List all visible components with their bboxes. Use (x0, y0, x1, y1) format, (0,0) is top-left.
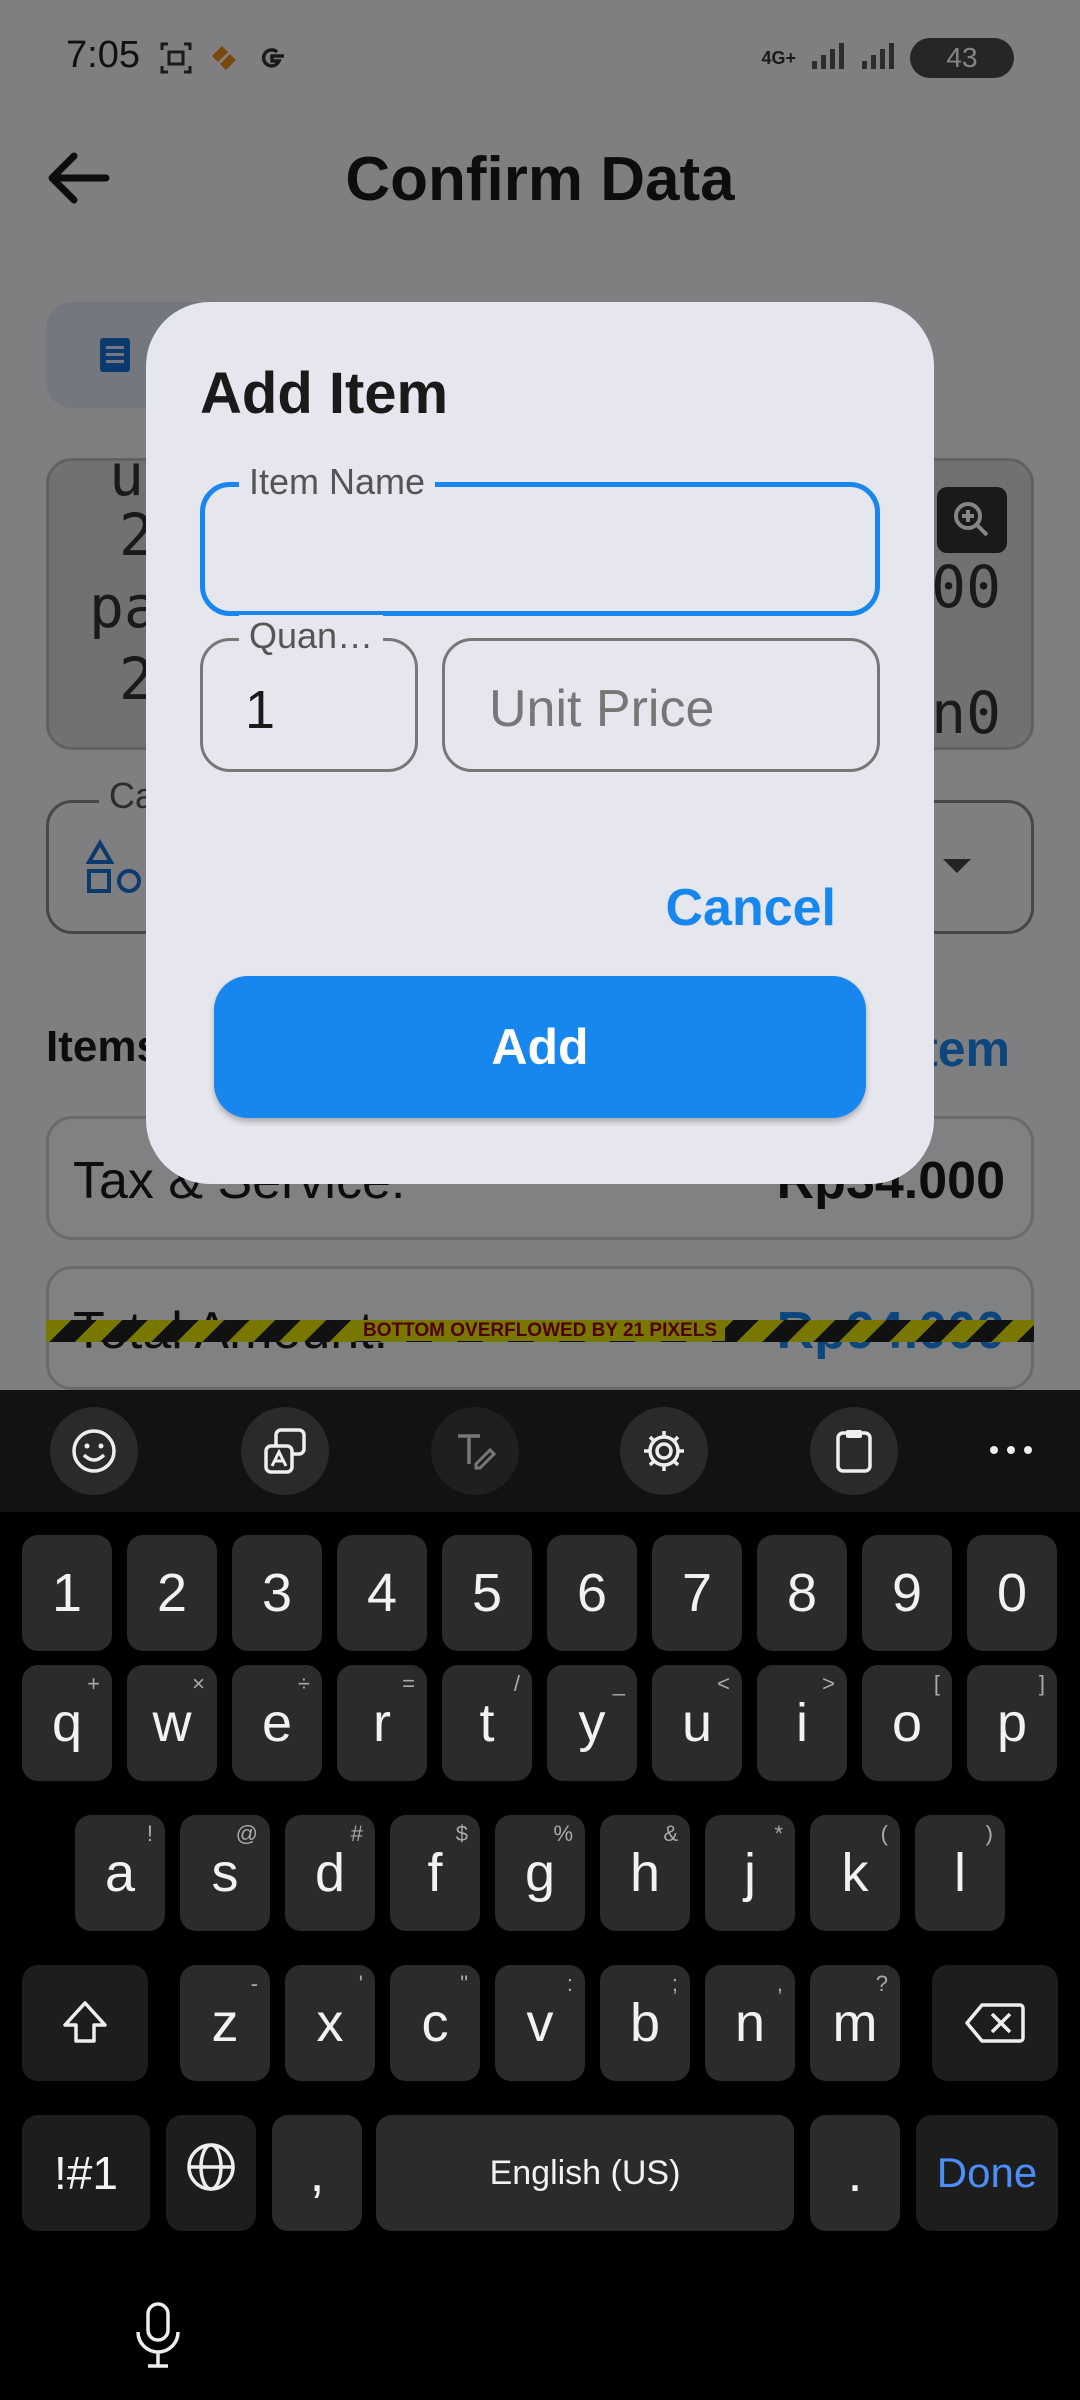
key-j[interactable]: j * (705, 1815, 795, 1931)
key-a[interactable]: a! (75, 1815, 165, 1931)
add-item-dialog: Add Item Item Name Quan… 1 Unit Price Ca… (146, 302, 934, 1184)
key-b[interactable]: b; (600, 1965, 690, 2081)
key-y[interactable]: y _ (547, 1665, 637, 1781)
emoji-icon[interactable] (50, 1407, 138, 1495)
key-z[interactable]: z- (180, 1965, 270, 2081)
item-name-label: Item Name (239, 461, 436, 503)
key-5[interactable]: 5 (442, 1535, 532, 1651)
keyboard-toolbar (0, 1390, 1080, 1512)
key-x[interactable]: x ' (285, 1965, 375, 2081)
symbols-key[interactable]: !#1 (22, 2115, 150, 2231)
key-m[interactable]: m? (810, 1965, 900, 2081)
item-name-field[interactable]: Item Name (200, 461, 880, 616)
key-c[interactable]: c " (390, 1965, 480, 2081)
key-1[interactable]: 1 (22, 1535, 112, 1651)
confirm-data-screen: 7:05 4G+ 43 Confirm Data ut 2 pa 2 00 n0… (0, 0, 1080, 1390)
key-3[interactable]: 3 (232, 1535, 322, 1651)
shift-key[interactable] (22, 1965, 148, 2081)
key-t[interactable]: t / (442, 1665, 532, 1781)
globe-icon (184, 2140, 238, 2207)
space-key[interactable]: English (US) (376, 2115, 794, 2231)
done-key[interactable]: Done (916, 2115, 1058, 2231)
key-d[interactable]: d # (285, 1815, 375, 1931)
key-g[interactable]: g% (495, 1815, 585, 1931)
settings-gear-icon[interactable] (620, 1407, 708, 1495)
key-7[interactable]: 7 (652, 1535, 742, 1651)
key-k[interactable]: k( (810, 1815, 900, 1931)
key-w[interactable]: w × (127, 1665, 217, 1781)
language-globe-key[interactable] (166, 2115, 256, 2231)
key-l[interactable]: l) (915, 1815, 1005, 1931)
key-r[interactable]: r = (337, 1665, 427, 1781)
key-p[interactable]: p] (967, 1665, 1057, 1781)
key-u[interactable]: u < (652, 1665, 742, 1781)
comma-key[interactable]: , (272, 2115, 362, 2231)
key-h[interactable]: h & (600, 1815, 690, 1931)
key-v[interactable]: v: (495, 1965, 585, 2081)
key-2[interactable]: 2 (127, 1535, 217, 1651)
period-key[interactable]: . (810, 2115, 900, 2231)
key-6[interactable]: 6 (547, 1535, 637, 1651)
backspace-key[interactable] (932, 1965, 1058, 2081)
unit-price-field[interactable]: Unit Price (442, 638, 880, 772)
microphone-icon[interactable] (130, 2300, 186, 2370)
key-e[interactable]: e ÷ (232, 1665, 322, 1781)
text-translate-icon[interactable] (241, 1407, 329, 1495)
dialog-title: Add Item (200, 361, 449, 426)
key-9[interactable]: 9 (862, 1535, 952, 1651)
key-s[interactable]: s @ (180, 1815, 270, 1931)
unit-price-placeholder: Unit Price (489, 680, 715, 738)
key-o[interactable]: o[ (862, 1665, 952, 1781)
key-4[interactable]: 4 (337, 1535, 427, 1651)
clipboard-icon[interactable] (810, 1407, 898, 1495)
quantity-value: 1 (245, 680, 276, 740)
on-screen-keyboard: 1 2 3 4 5 6 7 8 9 0 q + w × e ÷ r = t / y _ u < i > o[p] a! s @ d # f $ g%… (0, 1390, 1080, 2400)
quantity-field[interactable]: Quan… 1 (200, 615, 418, 772)
key-q[interactable]: q + (22, 1665, 112, 1781)
key-n[interactable]: n, (705, 1965, 795, 2081)
handwriting-icon[interactable] (431, 1407, 519, 1495)
add-button[interactable]: Add (214, 976, 866, 1118)
key-i[interactable]: i > (757, 1665, 847, 1781)
cancel-button[interactable]: Cancel (665, 878, 836, 938)
more-dots-icon[interactable] (986, 1430, 1036, 1470)
quantity-label: Quan… (239, 615, 384, 657)
key-f[interactable]: f $ (390, 1815, 480, 1931)
key-0[interactable]: 0 (967, 1535, 1057, 1651)
key-8[interactable]: 8 (757, 1535, 847, 1651)
